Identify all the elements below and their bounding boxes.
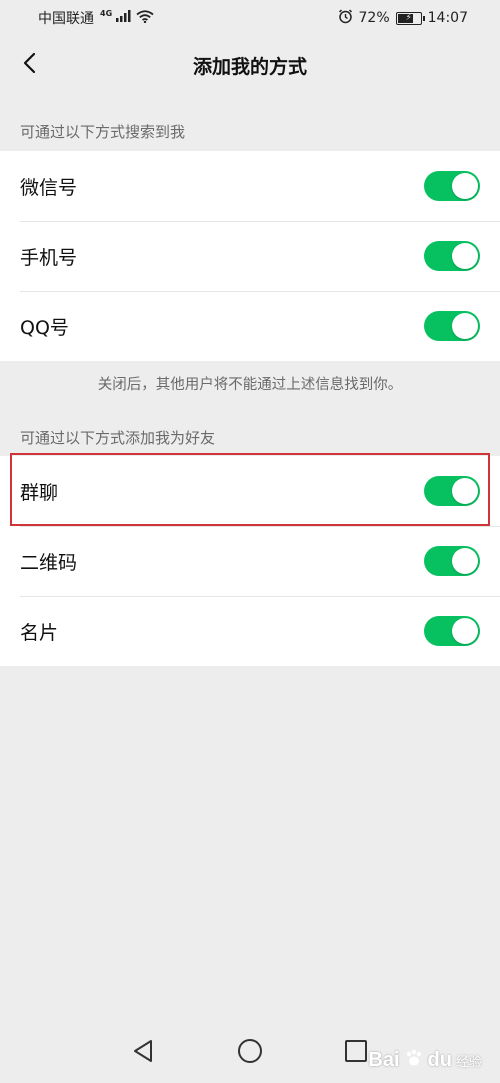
nav-home-circle-icon[interactable]: [233, 1034, 267, 1068]
row-label: 手机号: [20, 246, 78, 269]
back-button[interactable]: [14, 50, 44, 80]
paw-icon: [404, 1048, 424, 1073]
page-title: 添加我的方式: [192, 55, 307, 78]
group-chat-toggle[interactable]: [424, 476, 480, 506]
search-hint-text: 关闭后，其他用户将不能通过上述信息找到你。: [97, 377, 403, 393]
signal-icon: [116, 10, 132, 26]
row-wechat-id[interactable]: 微信号: [0, 151, 500, 221]
search-section-label: 可通过以下方式搜索到我: [20, 123, 186, 141]
carrier-name: 中国联通: [38, 11, 94, 27]
row-qq-number[interactable]: QQ号: [0, 291, 500, 361]
watermark-subtext: 经验: [455, 1054, 482, 1069]
business-card-toggle[interactable]: [424, 616, 480, 646]
baidu-watermark: Bai du 经验: [368, 1048, 482, 1073]
status-bar: 中国联通 4G 72% ⚡ 14:07: [0, 0, 500, 36]
watermark-text-2: du: [427, 1049, 452, 1071]
row-label: 群聊: [20, 481, 59, 504]
nav-back-triangle-icon[interactable]: [126, 1034, 160, 1068]
row-label: 微信号: [20, 176, 78, 199]
row-label: 二维码: [20, 551, 78, 574]
battery-charging-icon: ⚡: [395, 11, 425, 25]
alarm-icon: [338, 8, 353, 28]
row-qr-code[interactable]: 二维码: [0, 526, 500, 596]
row-label: 名片: [20, 621, 59, 644]
row-label: QQ号: [20, 316, 69, 339]
network-type: 4G: [100, 8, 113, 18]
search-methods-group: 微信号 手机号 QQ号: [0, 151, 500, 361]
qq-number-toggle[interactable]: [424, 311, 480, 341]
row-business-card[interactable]: 名片: [0, 596, 500, 666]
phone-number-toggle[interactable]: [424, 241, 480, 271]
chevron-left-icon: [22, 52, 36, 78]
row-phone-number[interactable]: 手机号: [0, 221, 500, 291]
add-methods-group: 群聊 二维码 名片: [0, 456, 500, 666]
status-right: 72% ⚡ 14:07: [338, 8, 468, 28]
qr-code-toggle[interactable]: [424, 546, 480, 576]
system-nav-bar: Bai du 经验: [0, 1020, 500, 1083]
status-left: 中国联通 4G: [38, 8, 154, 28]
status-time: 14:07: [427, 10, 468, 26]
wechat-id-toggle[interactable]: [424, 171, 480, 201]
nav-bar: 添加我的方式: [0, 36, 500, 94]
wifi-icon: [136, 9, 154, 27]
battery-percent: 72%: [358, 10, 390, 26]
add-section-label: 可通过以下方式添加我为好友: [20, 429, 216, 447]
watermark-text: Bai: [368, 1049, 400, 1071]
row-group-chat[interactable]: 群聊: [0, 456, 500, 526]
